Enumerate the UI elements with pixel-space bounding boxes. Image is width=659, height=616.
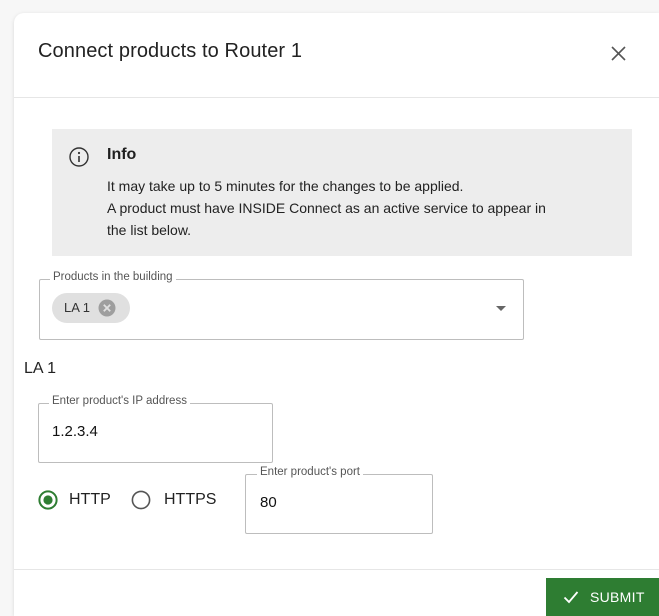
footer-divider bbox=[14, 569, 659, 570]
remove-chip-icon[interactable] bbox=[98, 299, 116, 317]
close-icon bbox=[611, 46, 626, 61]
info-title: Info bbox=[107, 146, 137, 163]
port-value[interactable]: 80 bbox=[260, 494, 277, 511]
http-radio[interactable] bbox=[38, 490, 58, 510]
info-line-1: It may take up to 5 minutes for the chan… bbox=[107, 178, 464, 194]
ip-address-value[interactable]: 1.2.3.4 bbox=[52, 423, 98, 440]
info-line-3: the list below. bbox=[107, 222, 192, 238]
https-radio-label[interactable]: HTTPS bbox=[164, 491, 216, 509]
port-legend: Enter product's port bbox=[257, 466, 363, 478]
header-divider bbox=[14, 97, 659, 98]
https-radio[interactable] bbox=[131, 490, 151, 510]
product-chip-label: LA 1 bbox=[64, 300, 91, 315]
ip-address-legend: Enter product's IP address bbox=[49, 395, 190, 407]
info-line-2: A product must have INSIDE Connect as an… bbox=[107, 200, 546, 216]
dropdown-arrow-icon[interactable] bbox=[496, 306, 506, 311]
product-heading: LA 1 bbox=[24, 360, 57, 377]
submit-button[interactable]: SUBMIT bbox=[546, 578, 659, 616]
product-chip: LA 1 bbox=[52, 293, 130, 323]
dialog-title: Connect products to Router 1 bbox=[38, 40, 303, 62]
info-icon bbox=[69, 147, 89, 167]
close-button[interactable] bbox=[605, 40, 633, 68]
http-radio-label[interactable]: HTTP bbox=[69, 491, 111, 509]
products-select-legend: Products in the building bbox=[50, 271, 176, 283]
check-icon bbox=[563, 591, 579, 604]
submit-label: SUBMIT bbox=[590, 589, 645, 605]
